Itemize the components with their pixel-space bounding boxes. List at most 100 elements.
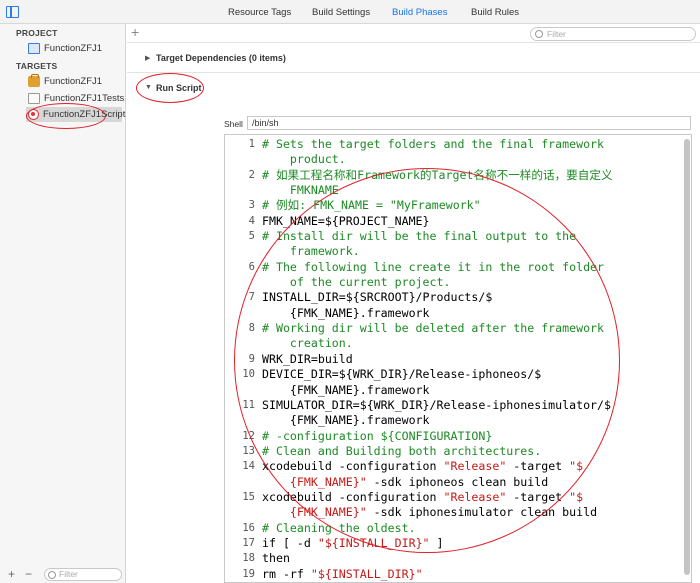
- code-text: {FMK_NAME}.framework: [262, 305, 430, 320]
- shell-field[interactable]: [247, 116, 691, 130]
- code-text: -sdk iphoneos clean build: [366, 474, 549, 489]
- string-literal: {FMK_NAME}": [289, 505, 367, 520]
- script-line: of the current project.: [225, 275, 675, 290]
- editor-tab-bar: Resource Tags Build Settings Build Phase…: [0, 0, 700, 24]
- line-number: 17: [242, 536, 255, 549]
- script-line: {FMK_NAME}" -sdk iphoneos clean build: [225, 475, 675, 490]
- line-number: 15: [242, 490, 255, 503]
- code-text: xcodebuild -configuration: [262, 489, 444, 504]
- script-line: 11 SIMULATOR_DIR=${WRK_DIR}/Release-iphon…: [225, 398, 675, 413]
- disclosure-collapsed-icon[interactable]: ▶: [145, 54, 150, 62]
- target-item-tests[interactable]: FunctionZFJ1Tests: [28, 91, 124, 106]
- script-line: 2 # 如果工程名称和Framework的Target名称不一样的话，要自定义: [225, 168, 675, 183]
- script-line: 17 if [ -d "${INSTALL_DIR}" ]: [225, 536, 675, 551]
- tab-resource-tags[interactable]: Resource Tags: [228, 7, 291, 18]
- filter-icon: [535, 30, 543, 38]
- script-line: 13 # Clean and Building both architecture…: [225, 444, 675, 459]
- project-file-icon: [28, 43, 40, 54]
- project-item-label: FunctionZFJ1: [44, 43, 103, 54]
- line-number: 1: [248, 138, 255, 150]
- script-line: creation.: [225, 336, 675, 351]
- target-item-label: FunctionZFJ1Tests: [44, 93, 125, 104]
- aggregate-target-icon: [28, 109, 39, 120]
- code-text: INSTALL_DIR=${SRCROOT}/Products/$: [262, 290, 493, 305]
- remove-target-button[interactable]: −: [25, 567, 32, 581]
- targets-section-header: TARGETS: [16, 61, 58, 71]
- tab-build-phases[interactable]: Build Phases: [392, 7, 447, 18]
- add-build-phase-button[interactable]: +: [131, 25, 139, 39]
- phase-toolbar: + Filter: [127, 24, 700, 43]
- test-bundle-icon: [28, 93, 40, 104]
- script-line: 5 # Install dir will be the final output …: [225, 229, 675, 244]
- code-text: FMKNAME: [262, 183, 339, 198]
- script-line: {FMK_NAME}" -sdk iphonesimulator clean b…: [225, 505, 675, 520]
- script-line: 8 # Working dir will be deleted after the…: [225, 321, 675, 336]
- string-literal: "$: [569, 489, 584, 504]
- project-section-header: PROJECT: [16, 28, 58, 38]
- shell-label: Shell: [224, 119, 243, 129]
- line-number: 11: [242, 398, 255, 411]
- string-literal: "$: [569, 459, 584, 474]
- line-number: 9: [248, 352, 255, 365]
- code-text: rm -rf: [262, 566, 311, 581]
- string-literal: "Release": [443, 459, 507, 474]
- project-item[interactable]: FunctionZFJ1: [28, 41, 102, 56]
- navigator-footer: + − Filter: [0, 567, 126, 583]
- phase-target-dependencies[interactable]: ▶ Target Dependencies (0 items): [127, 43, 700, 73]
- project-navigator: PROJECT FunctionZFJ1 TARGETS FunctionZFJ…: [0, 24, 126, 583]
- line-number: 13: [242, 444, 255, 457]
- run-script-editor[interactable]: 1 # Sets the target folders and the final…: [224, 134, 692, 583]
- code-text: # The following line create it in the ro…: [262, 259, 605, 274]
- script-line: 1 # Sets the target folders and the final…: [225, 137, 675, 152]
- line-number: 12: [242, 429, 255, 442]
- code-text: -target: [506, 489, 570, 504]
- navigator-filter-field[interactable]: Filter: [44, 568, 122, 581]
- script-line: 4 FMK_NAME=${PROJECT_NAME}: [225, 214, 675, 229]
- target-item-label: FunctionZFJ1Script: [43, 109, 126, 120]
- script-scrollbar[interactable]: [684, 139, 690, 575]
- code-text: of the current project.: [262, 275, 451, 290]
- script-line: FMKNAME: [225, 183, 675, 198]
- string-literal: "${INSTALL_DIR}": [310, 566, 423, 581]
- filter-icon: [48, 571, 56, 579]
- script-line: 6 # The following line create it in the r…: [225, 260, 675, 275]
- code-text: ]: [429, 535, 444, 550]
- script-line: {FMK_NAME}.framework: [225, 413, 675, 428]
- script-line: {FMK_NAME}.framework: [225, 383, 675, 398]
- sidebar-toggle-icon[interactable]: [6, 6, 19, 18]
- line-number: 7: [248, 291, 255, 304]
- code-text: -sdk iphonesimulator clean build: [366, 505, 598, 520]
- code-text: # Cleaning the oldest.: [262, 520, 416, 535]
- tab-build-settings[interactable]: Build Settings: [312, 7, 370, 18]
- script-line: 9 WRK_DIR=build: [225, 352, 675, 367]
- add-target-button[interactable]: +: [8, 567, 15, 581]
- phase-title: Target Dependencies (0 items): [156, 53, 286, 63]
- script-line: 7 INSTALL_DIR=${SRCROOT}/Products/$: [225, 290, 675, 305]
- script-line: 3 # 例如: FMK_NAME = "MyFramework": [225, 198, 675, 213]
- code-text: # Install dir will be the final output t…: [262, 229, 577, 244]
- code-text: framework.: [262, 244, 360, 259]
- script-line: 10 DEVICE_DIR=${WRK_DIR}/Release-iphoneos…: [225, 367, 675, 382]
- tab-build-rules[interactable]: Build Rules: [471, 7, 519, 18]
- code-text: {FMK_NAME}.framework: [262, 382, 430, 397]
- phase-filter-field[interactable]: Filter: [530, 27, 696, 41]
- line-number: 19: [242, 567, 255, 580]
- script-line: 15 xcodebuild -configuration "Release" -t…: [225, 490, 675, 505]
- target-item-script[interactable]: FunctionZFJ1Script: [26, 107, 126, 122]
- script-code: 1 # Sets the target folders and the final…: [225, 137, 675, 582]
- string-literal: {FMK_NAME}": [289, 474, 367, 489]
- code-text: WRK_DIR=build: [262, 351, 353, 366]
- code-text: SIMULATOR_DIR=${WRK_DIR}/Release-iphones…: [262, 397, 612, 412]
- code-text: {FMK_NAME}.framework: [262, 413, 430, 428]
- target-item-app[interactable]: FunctionZFJ1: [28, 74, 102, 89]
- phase-run-script[interactable]: ▼ Run Script: [127, 73, 700, 103]
- build-phases-editor: + Filter ▶ Target Dependencies (0 items)…: [127, 24, 700, 583]
- code-text: # Working dir will be deleted after the …: [262, 321, 605, 336]
- script-line: 14 xcodebuild -configuration "Release" -t…: [225, 459, 675, 474]
- code-text: # Clean and Building both architectures.: [262, 443, 542, 458]
- phase-title: Run Script: [156, 83, 202, 93]
- disclosure-expanded-icon[interactable]: ▼: [145, 84, 152, 91]
- line-number: 14: [242, 460, 255, 473]
